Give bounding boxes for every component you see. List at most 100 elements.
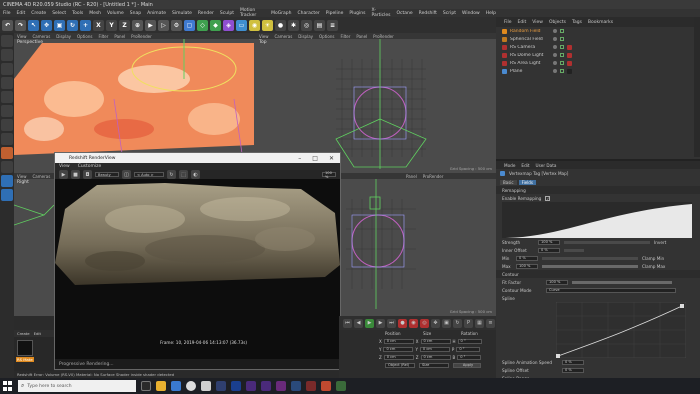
make-editable-icon[interactable] [1,35,13,47]
windows-start-icon[interactable] [3,381,13,391]
material-swatch[interactable] [17,340,33,356]
object-row[interactable]: RS Dome Light [496,51,700,59]
autokey-icon[interactable]: ◉ [409,318,418,328]
fit-factor-field[interactable]: 100 % [546,279,568,285]
front-menu-prorender[interactable]: ProRender [423,174,444,179]
live-selection-icon[interactable]: ↖ [28,19,39,31]
perspective-menu-panel[interactable]: Panel [114,34,125,39]
coord-size-field[interactable]: 0 cm [419,346,450,352]
app-icon[interactable] [321,381,331,391]
objects-menu-bookmarks[interactable]: Bookmarks [588,20,613,25]
coordinate-system-icon[interactable]: ⊕ [132,19,143,31]
light-icon[interactable]: ☀ [262,19,273,31]
objects-menu-view[interactable]: View [532,20,543,25]
pla-key-icon[interactable]: ▦ [475,318,484,328]
chrome-icon[interactable] [186,381,196,391]
grid-icon[interactable] [1,189,13,201]
param-key-icon[interactable]: P [464,318,473,328]
top-menu-panel[interactable]: Panel [356,34,367,39]
camera-icon[interactable]: ◉ [249,19,260,31]
close-icon[interactable]: ✕ [329,155,334,162]
adobe-app-icon[interactable] [276,381,286,391]
recent-tools-icon[interactable]: + [80,19,91,31]
spline-offset-field[interactable]: 0 % [562,367,584,373]
texture-mode-icon[interactable] [1,63,13,75]
coord-size-field[interactable]: 0 cm [420,338,451,344]
axis-z-button[interactable]: Z [119,19,130,31]
photoshop-icon[interactable] [231,381,241,391]
perspective-menu-prorender[interactable]: ProRender [131,34,152,39]
attribute-menu-edit[interactable]: Edit [521,163,529,168]
top-menu-view[interactable]: View [259,34,269,39]
object-tag-icon[interactable] [567,44,572,50]
min-slider[interactable] [542,256,638,260]
goto-start-icon[interactable]: ⏮ [343,318,352,328]
plugin-icon[interactable]: ▤ [314,19,325,31]
objects-menu-edit[interactable]: Edit [518,20,527,25]
xparticles-icon[interactable]: ✱ [288,19,299,31]
material-menu-edit[interactable]: Edit [34,331,41,336]
array-icon[interactable]: ◆ [210,19,221,31]
app2-icon[interactable] [336,381,346,391]
apply-button[interactable]: Apply [453,362,481,368]
workplane-lock-icon[interactable] [1,161,13,173]
scale-key-icon[interactable]: ▣ [442,318,451,328]
objects-menu-file[interactable]: File [504,20,512,25]
redshift-icon[interactable]: ● [275,19,286,31]
spline-anim-field[interactable]: 0 % [562,359,584,365]
model-mode-icon[interactable] [1,49,13,61]
menu-item-simulate[interactable]: Simulate [172,11,192,16]
inner-offset-field[interactable]: 0 % [538,247,560,253]
inner-offset-slider[interactable] [564,248,584,252]
fit-factor-slider[interactable] [572,280,672,284]
keyframe-selection-icon[interactable]: ◎ [420,318,429,328]
menu-item-create[interactable]: Create [31,11,46,16]
task-view-icon[interactable] [141,381,151,391]
coord-size-field[interactable]: 0 cm [420,354,451,360]
cinema4d-running-icon[interactable] [216,381,226,391]
polygons-mode-icon[interactable] [1,119,13,131]
coord-size-select[interactable]: Size [419,362,449,368]
rv-preset-select[interactable]: Beauty [95,172,119,177]
enable-remapping-checkbox[interactable]: ✓ [545,195,551,201]
remapping-section[interactable]: Remapping [496,186,700,194]
rv-refresh-icon[interactable]: ↻ [167,170,176,179]
rv-zoom[interactable]: 100 % [322,171,336,179]
visibility-dots-icon[interactable] [553,37,557,41]
tab-basic[interactable]: Basic [500,179,517,185]
menu-item-mograph[interactable]: MoGraph [271,11,291,16]
render-view-icon[interactable]: ▶ [145,19,156,31]
redshift-renderview-window[interactable]: Redshift RenderView – □ ✕ View Customize … [54,152,341,370]
menu-item-volume[interactable]: Volume [107,11,124,16]
coord-rotation-field[interactable]: 0 ° [457,338,482,344]
coord-mode-select[interactable]: Object (Rel) [385,362,415,368]
taskbar-search[interactable]: ⌕ Type here to search [18,380,136,392]
object-row[interactable]: Spherical Field [496,35,700,43]
material-name[interactable]: RS Mate [16,357,34,362]
object-tag-icon[interactable] [567,52,572,58]
rv-play-icon[interactable]: ▶ [59,170,68,179]
objects-menu-tags[interactable]: Tags [572,20,582,25]
right-menu-view[interactable]: View [17,174,27,179]
coord-position-field[interactable]: 0 cm [383,346,414,352]
deformer-icon[interactable]: ◈ [223,19,234,31]
undo-icon[interactable]: ↶ [2,19,13,31]
visibility-dots-icon[interactable] [553,45,557,49]
object-tag-icon[interactable] [567,68,572,74]
attribute-menu-user-data[interactable]: User Data [536,163,557,168]
perspective-menu-options[interactable]: Options [77,34,92,39]
top-menu-filter[interactable]: Filter [340,34,350,39]
right-menu-cameras[interactable]: Cameras [33,174,51,179]
script-icon[interactable]: ≡ [327,19,338,31]
top-menu-options[interactable]: Options [319,34,334,39]
premiere-icon[interactable] [261,381,271,391]
menu-item-snap[interactable]: Snap [130,11,141,16]
floor-icon[interactable]: ▭ [236,19,247,31]
menu-item-file[interactable]: File [3,11,11,16]
perspective-menu-cameras[interactable]: Cameras [33,34,51,39]
goto-end-icon[interactable]: ⏭ [387,318,396,328]
subdivision-icon[interactable]: ◇ [197,19,208,31]
rv-menu-customize[interactable]: Customize [78,164,102,169]
snap-icon[interactable] [1,147,13,159]
after-effects-icon[interactable] [246,381,256,391]
